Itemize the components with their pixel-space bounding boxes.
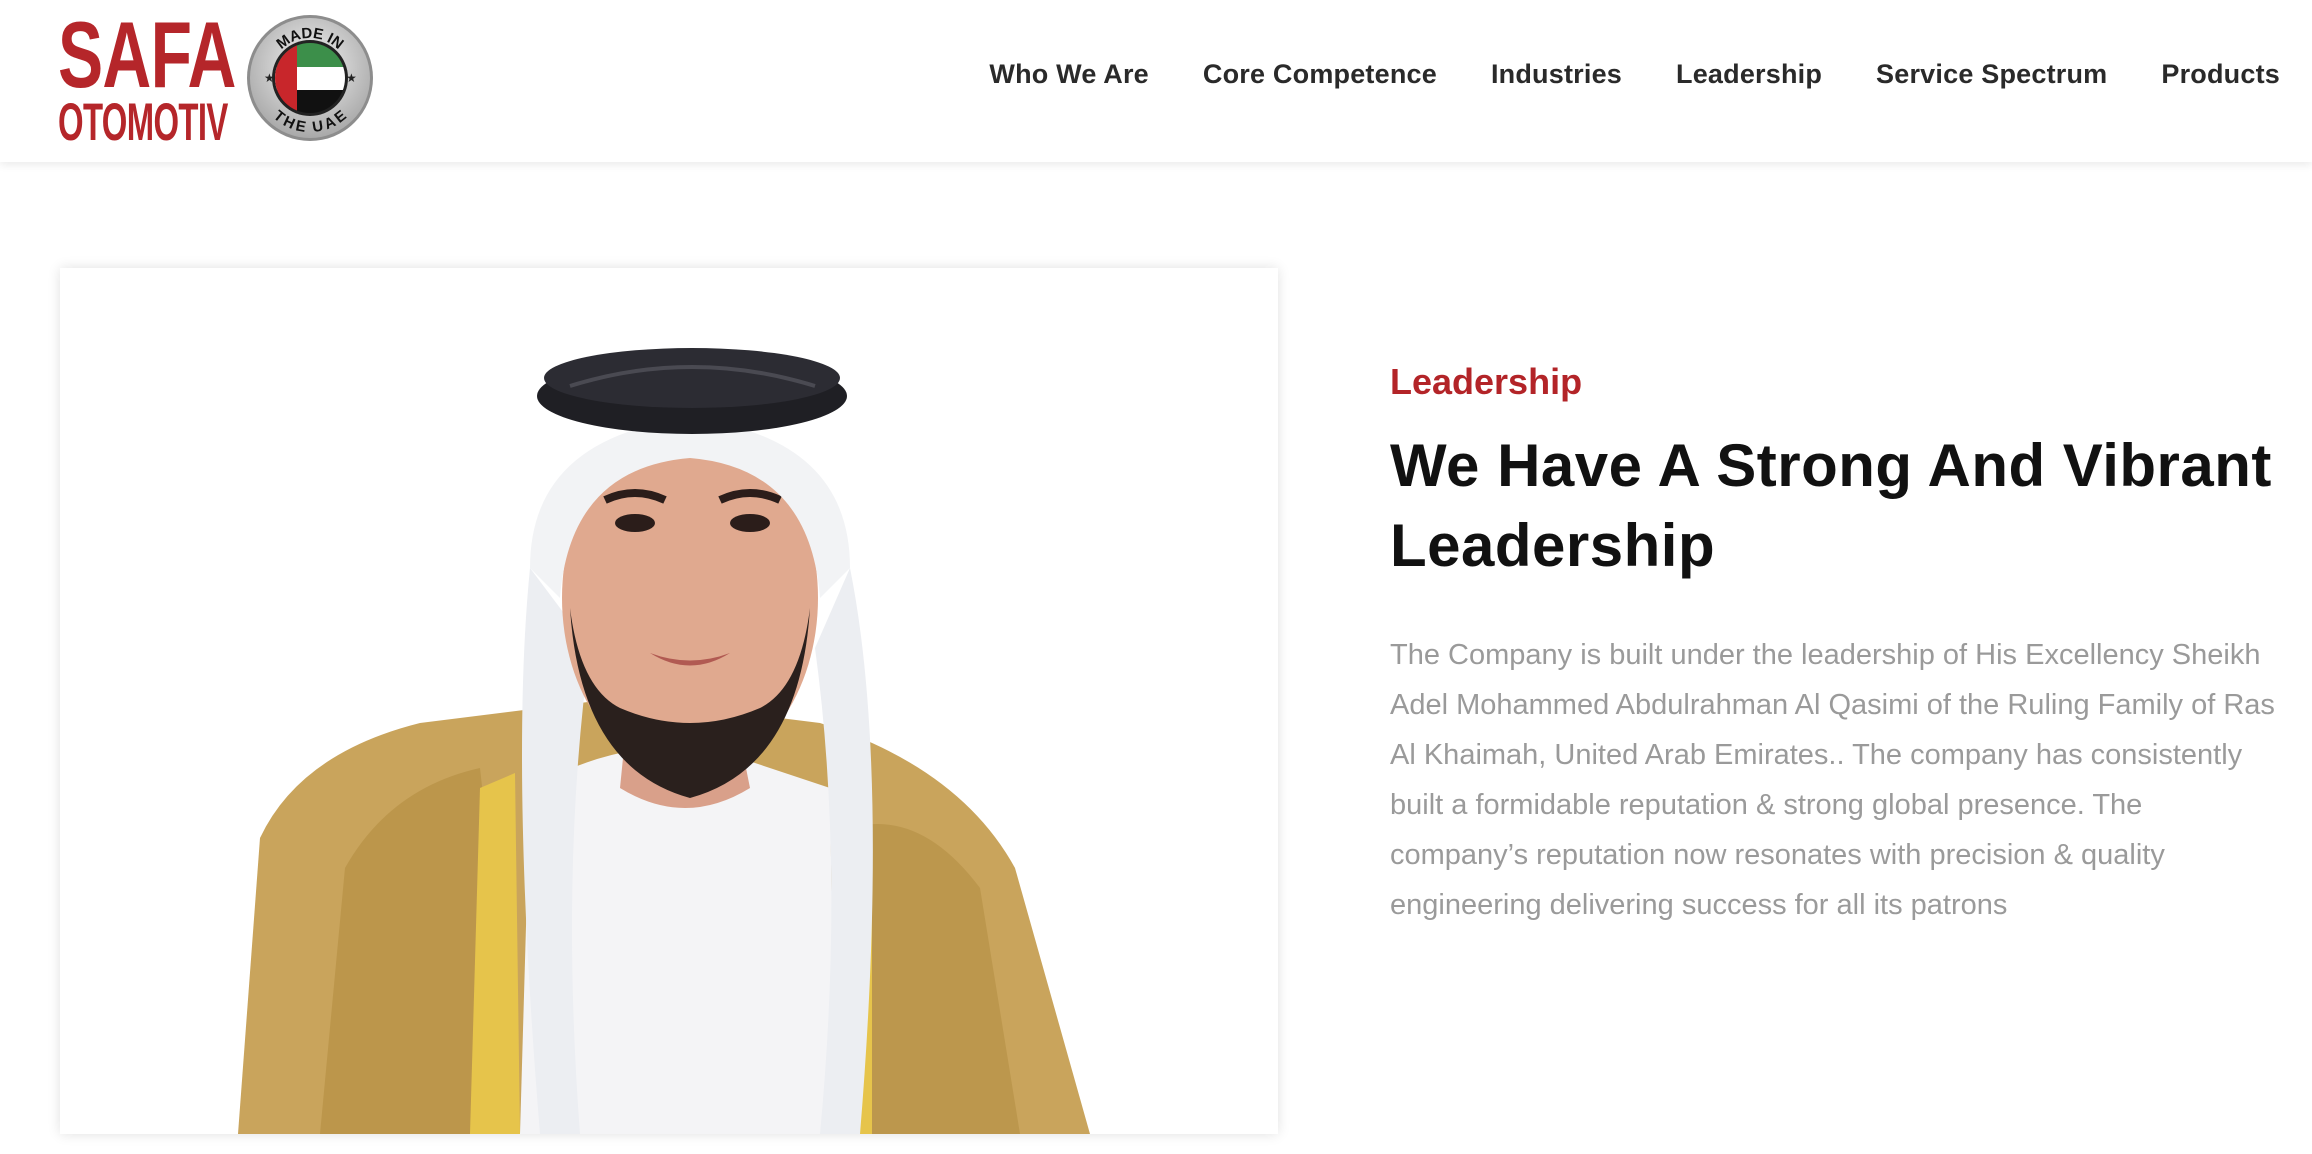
logo-line-otomotiv: OTOMOTIV [58,93,228,152]
logo-wordmark: SAFA OTOMOTIV [58,8,236,152]
section-heading: We Have A Strong And Vibrant Leadership [1390,432,2272,579]
main-nav: Who We Are Core Competence Industries Le… [989,52,2280,96]
made-in-uae-badge: MADE IN THE UAE ★ ★ [247,15,373,141]
section-eyebrow: Leadership [1390,361,1583,402]
leadership-content: Leadership We Have A Strong And Vibrant … [1390,360,2290,930]
nav-who-we-are[interactable]: Who We Are [989,59,1149,90]
nav-leadership[interactable]: Leadership [1676,59,1822,90]
site-logo[interactable]: SAFA OTOMOTIV MADE IN THE UAE ★ ★ [58,8,376,152]
nav-products[interactable]: Products [2161,59,2280,90]
logo-line-safa: SAFA [58,2,236,107]
nav-industries[interactable]: Industries [1491,59,1622,90]
badge-star-icon: ★ [264,71,275,85]
leader-portrait-image [60,268,1278,1134]
nav-core-competence[interactable]: Core Competence [1203,59,1437,90]
leader-portrait-card [60,268,1278,1134]
section-body-text: The Company is built under the leadershi… [1390,639,2275,921]
site-header: SAFA OTOMOTIV MADE IN THE UAE ★ ★ Who We… [0,0,2312,162]
badge-star-icon: ★ [346,71,357,85]
nav-service-spectrum[interactable]: Service Spectrum [1876,59,2107,90]
